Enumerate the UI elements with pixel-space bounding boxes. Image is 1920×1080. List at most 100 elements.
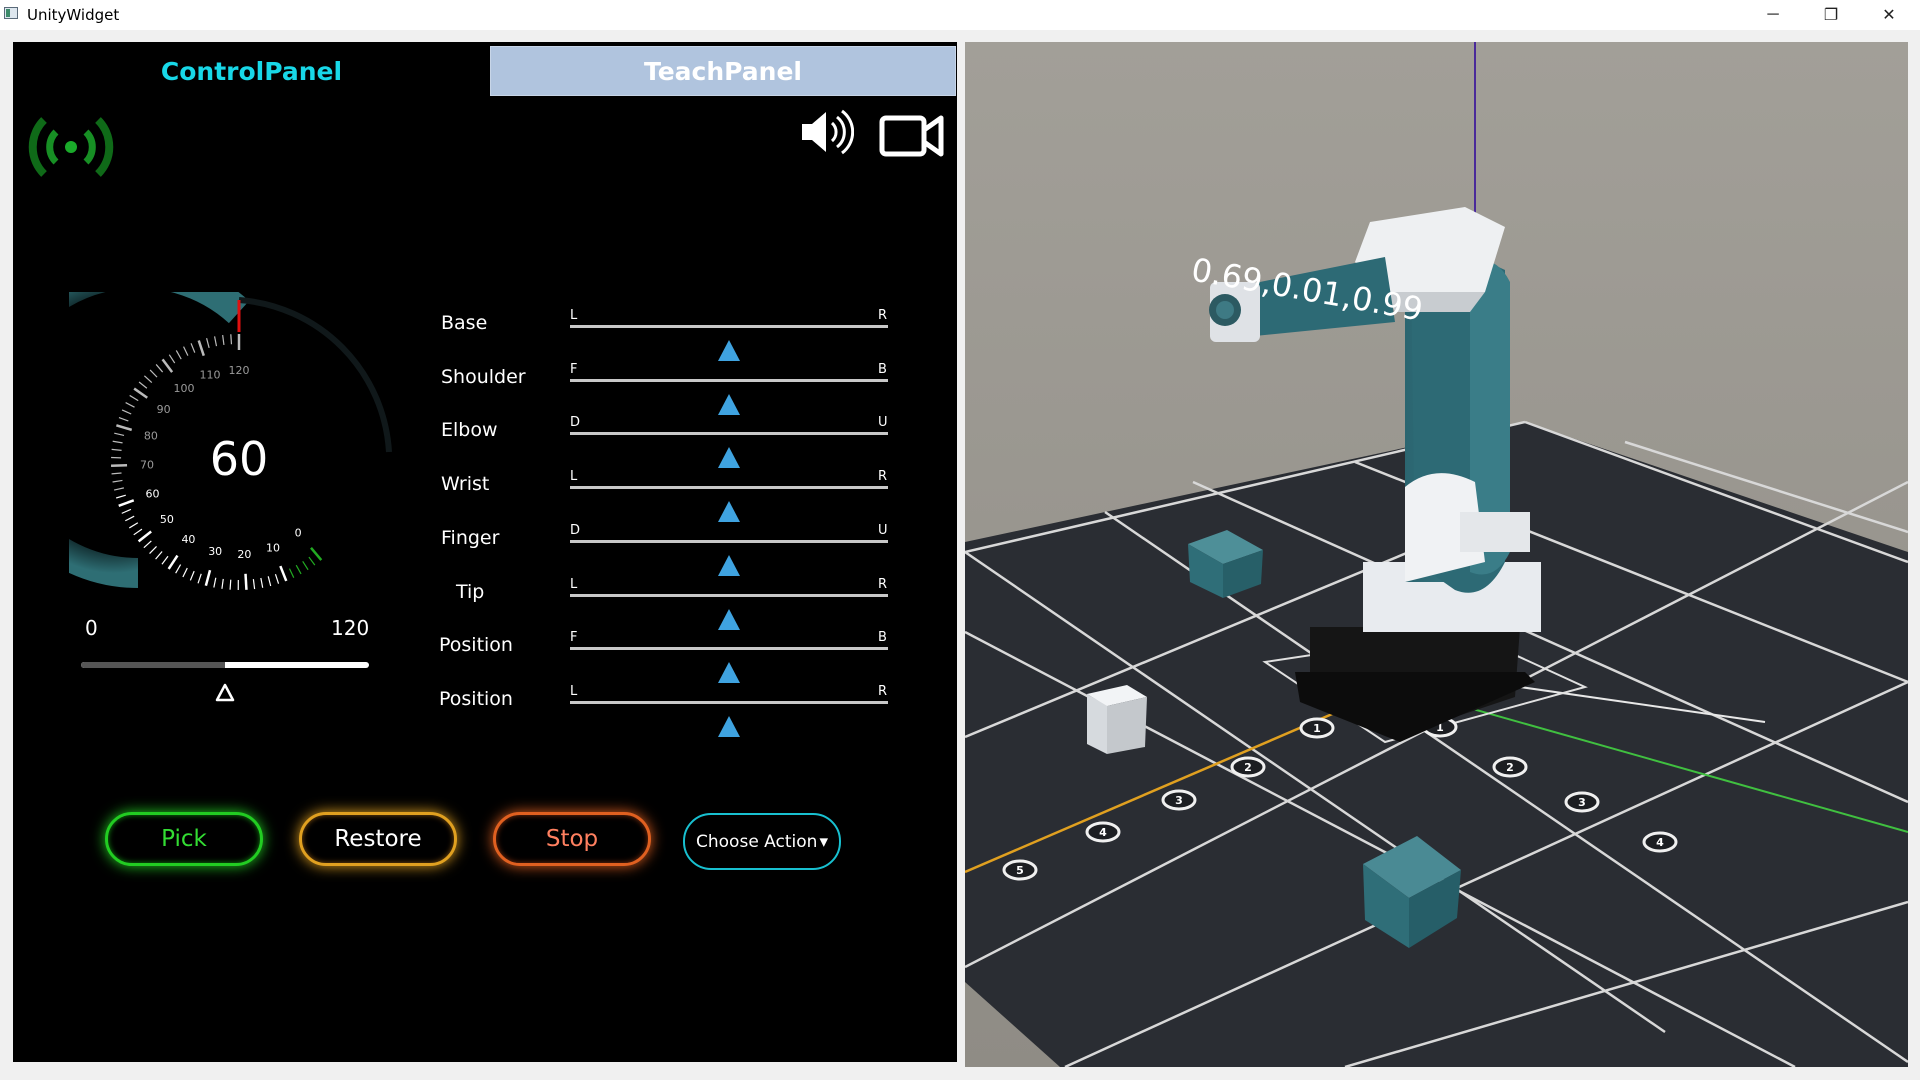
gauge-tick: [167, 554, 179, 570]
joint-right-label: B: [878, 361, 887, 377]
joint-slider-handle[interactable]: [718, 715, 740, 737]
gauge-tick: [118, 416, 129, 422]
joint-slider-track[interactable]: [570, 325, 888, 328]
pick-button[interactable]: Pick: [105, 812, 263, 866]
gauge-tick: [229, 579, 232, 590]
speed-slider-handle[interactable]: [214, 682, 236, 704]
tab-control-panel[interactable]: ControlPanel: [13, 46, 490, 96]
gauge-tick: [161, 358, 174, 373]
gauge-tick: [222, 334, 225, 346]
joint-left-label: D: [570, 522, 581, 538]
gauge-tick: [155, 364, 164, 373]
joint-right-label: R: [878, 469, 888, 485]
gauge-tick: [182, 567, 188, 578]
gauge-tick: [113, 487, 125, 491]
gauge-tick: [133, 387, 148, 399]
axis-marker-label: 1: [1313, 722, 1321, 735]
gauge-tick: [137, 530, 152, 543]
gauge-tick: [138, 381, 148, 389]
joint-label-wrist: Wrist: [441, 473, 490, 496]
joint-slider-handle[interactable]: [718, 608, 740, 630]
restore-button-action[interactable]: Restore: [299, 812, 457, 866]
tab-teach-panel[interactable]: TeachPanel: [490, 46, 956, 96]
gauge-tick-label: 60: [146, 487, 160, 500]
restore-button[interactable]: ❐: [1802, 0, 1860, 30]
joint-slider-track[interactable]: [570, 647, 888, 651]
gauge-value: 60: [210, 432, 269, 486]
joint-label-base: Base: [441, 312, 488, 334]
gauge-tick: [121, 508, 132, 514]
gauge-tick: [260, 577, 264, 588]
gauge-tick: [116, 424, 133, 432]
joint-right-label: B: [878, 630, 887, 646]
gauge-tick: [230, 334, 233, 345]
joint-slider-track[interactable]: [570, 700, 888, 704]
gauge-tick: [114, 432, 125, 437]
joint-label-shoulder: Shoulder: [441, 365, 526, 388]
axis-marker-label: 2: [1506, 761, 1514, 774]
joint-slider-track[interactable]: [570, 486, 888, 490]
minimize-button[interactable]: ─: [1744, 0, 1802, 30]
joint-slider-track[interactable]: [570, 593, 888, 597]
gauge-tick: [310, 546, 323, 561]
choose-action-label: Choose Action: [696, 831, 818, 852]
axis-marker-label: 3: [1175, 794, 1183, 807]
gauge-tick: [118, 499, 135, 507]
gauge-tick: [267, 576, 272, 587]
choose-action-dropdown[interactable]: Choose Action ▾: [683, 813, 841, 870]
joint-slider-handle[interactable]: [718, 662, 740, 684]
axis-marker-label: 4: [1099, 826, 1107, 839]
gauge-tick-label: 0: [295, 526, 302, 539]
gauge-max-label: 120: [331, 616, 370, 640]
speed-gauge: 0102030405060708090100110 120 60: [69, 292, 392, 591]
joint-left-label: F: [570, 630, 578, 646]
joint-slider-track[interactable]: [570, 539, 888, 543]
gauge-tick: [197, 340, 205, 357]
video-camera-icon[interactable]: [879, 114, 945, 158]
gauge-tick-label: 90: [157, 403, 171, 416]
gauge-tick: [274, 574, 280, 584]
joint-slider-handle[interactable]: [718, 554, 740, 576]
joint-left-label: L: [570, 308, 578, 323]
joint-label-position: Position: [439, 687, 513, 710]
gauge-tick-label: 70: [140, 459, 154, 472]
joint-left-label: F: [570, 361, 578, 377]
gauge-tick: [128, 522, 139, 529]
scene-render: 123451234 0.69,0.01,0.99: [965, 42, 1908, 1067]
gauge-tick: [112, 479, 123, 483]
joint-right-label: U: [878, 522, 888, 538]
chevron-down-icon: ▾: [819, 831, 828, 852]
speed-slider[interactable]: [81, 662, 369, 668]
joint-slider-handle[interactable]: [718, 447, 740, 469]
joint-slider-track[interactable]: [570, 378, 888, 382]
window-title: UnityWidget: [27, 6, 120, 24]
gauge-tick: [189, 570, 195, 581]
stop-button[interactable]: Stop: [493, 812, 651, 866]
gauge-tick-label: 40: [181, 533, 195, 546]
gauge-tick-label: 80: [144, 430, 158, 443]
gauge-tick: [175, 350, 182, 360]
gauge-tick: [143, 540, 152, 549]
axis-marker-label: 2: [1244, 761, 1252, 774]
axis-marker-label: 5: [1016, 864, 1024, 877]
gauge-tick: [308, 556, 316, 566]
gauge-tick: [111, 472, 122, 475]
gauge-tick-label: 10: [266, 542, 280, 555]
close-button[interactable]: ✕: [1860, 0, 1918, 30]
joint-slider-handle[interactable]: [718, 501, 740, 523]
gauge-tick: [190, 343, 196, 353]
speaker-icon[interactable]: [798, 106, 854, 158]
joint-slider-handle[interactable]: [718, 393, 740, 415]
joint-label-elbow: Elbow: [441, 419, 498, 442]
joint-slider-track[interactable]: [570, 432, 888, 436]
gauge-tick: [204, 569, 212, 586]
joint-right-label: R: [878, 308, 888, 323]
gauge-tick: [213, 336, 218, 347]
gauge-tick: [143, 375, 153, 383]
joint-right-label: R: [878, 683, 888, 699]
unity-3d-viewport[interactable]: 123451234 0.69,0.01,0.99: [965, 42, 1908, 1067]
joint-slider-handle[interactable]: [718, 340, 740, 361]
gauge-tick: [244, 573, 248, 590]
gauge-tick: [161, 555, 169, 565]
cube-white: [1087, 685, 1147, 754]
